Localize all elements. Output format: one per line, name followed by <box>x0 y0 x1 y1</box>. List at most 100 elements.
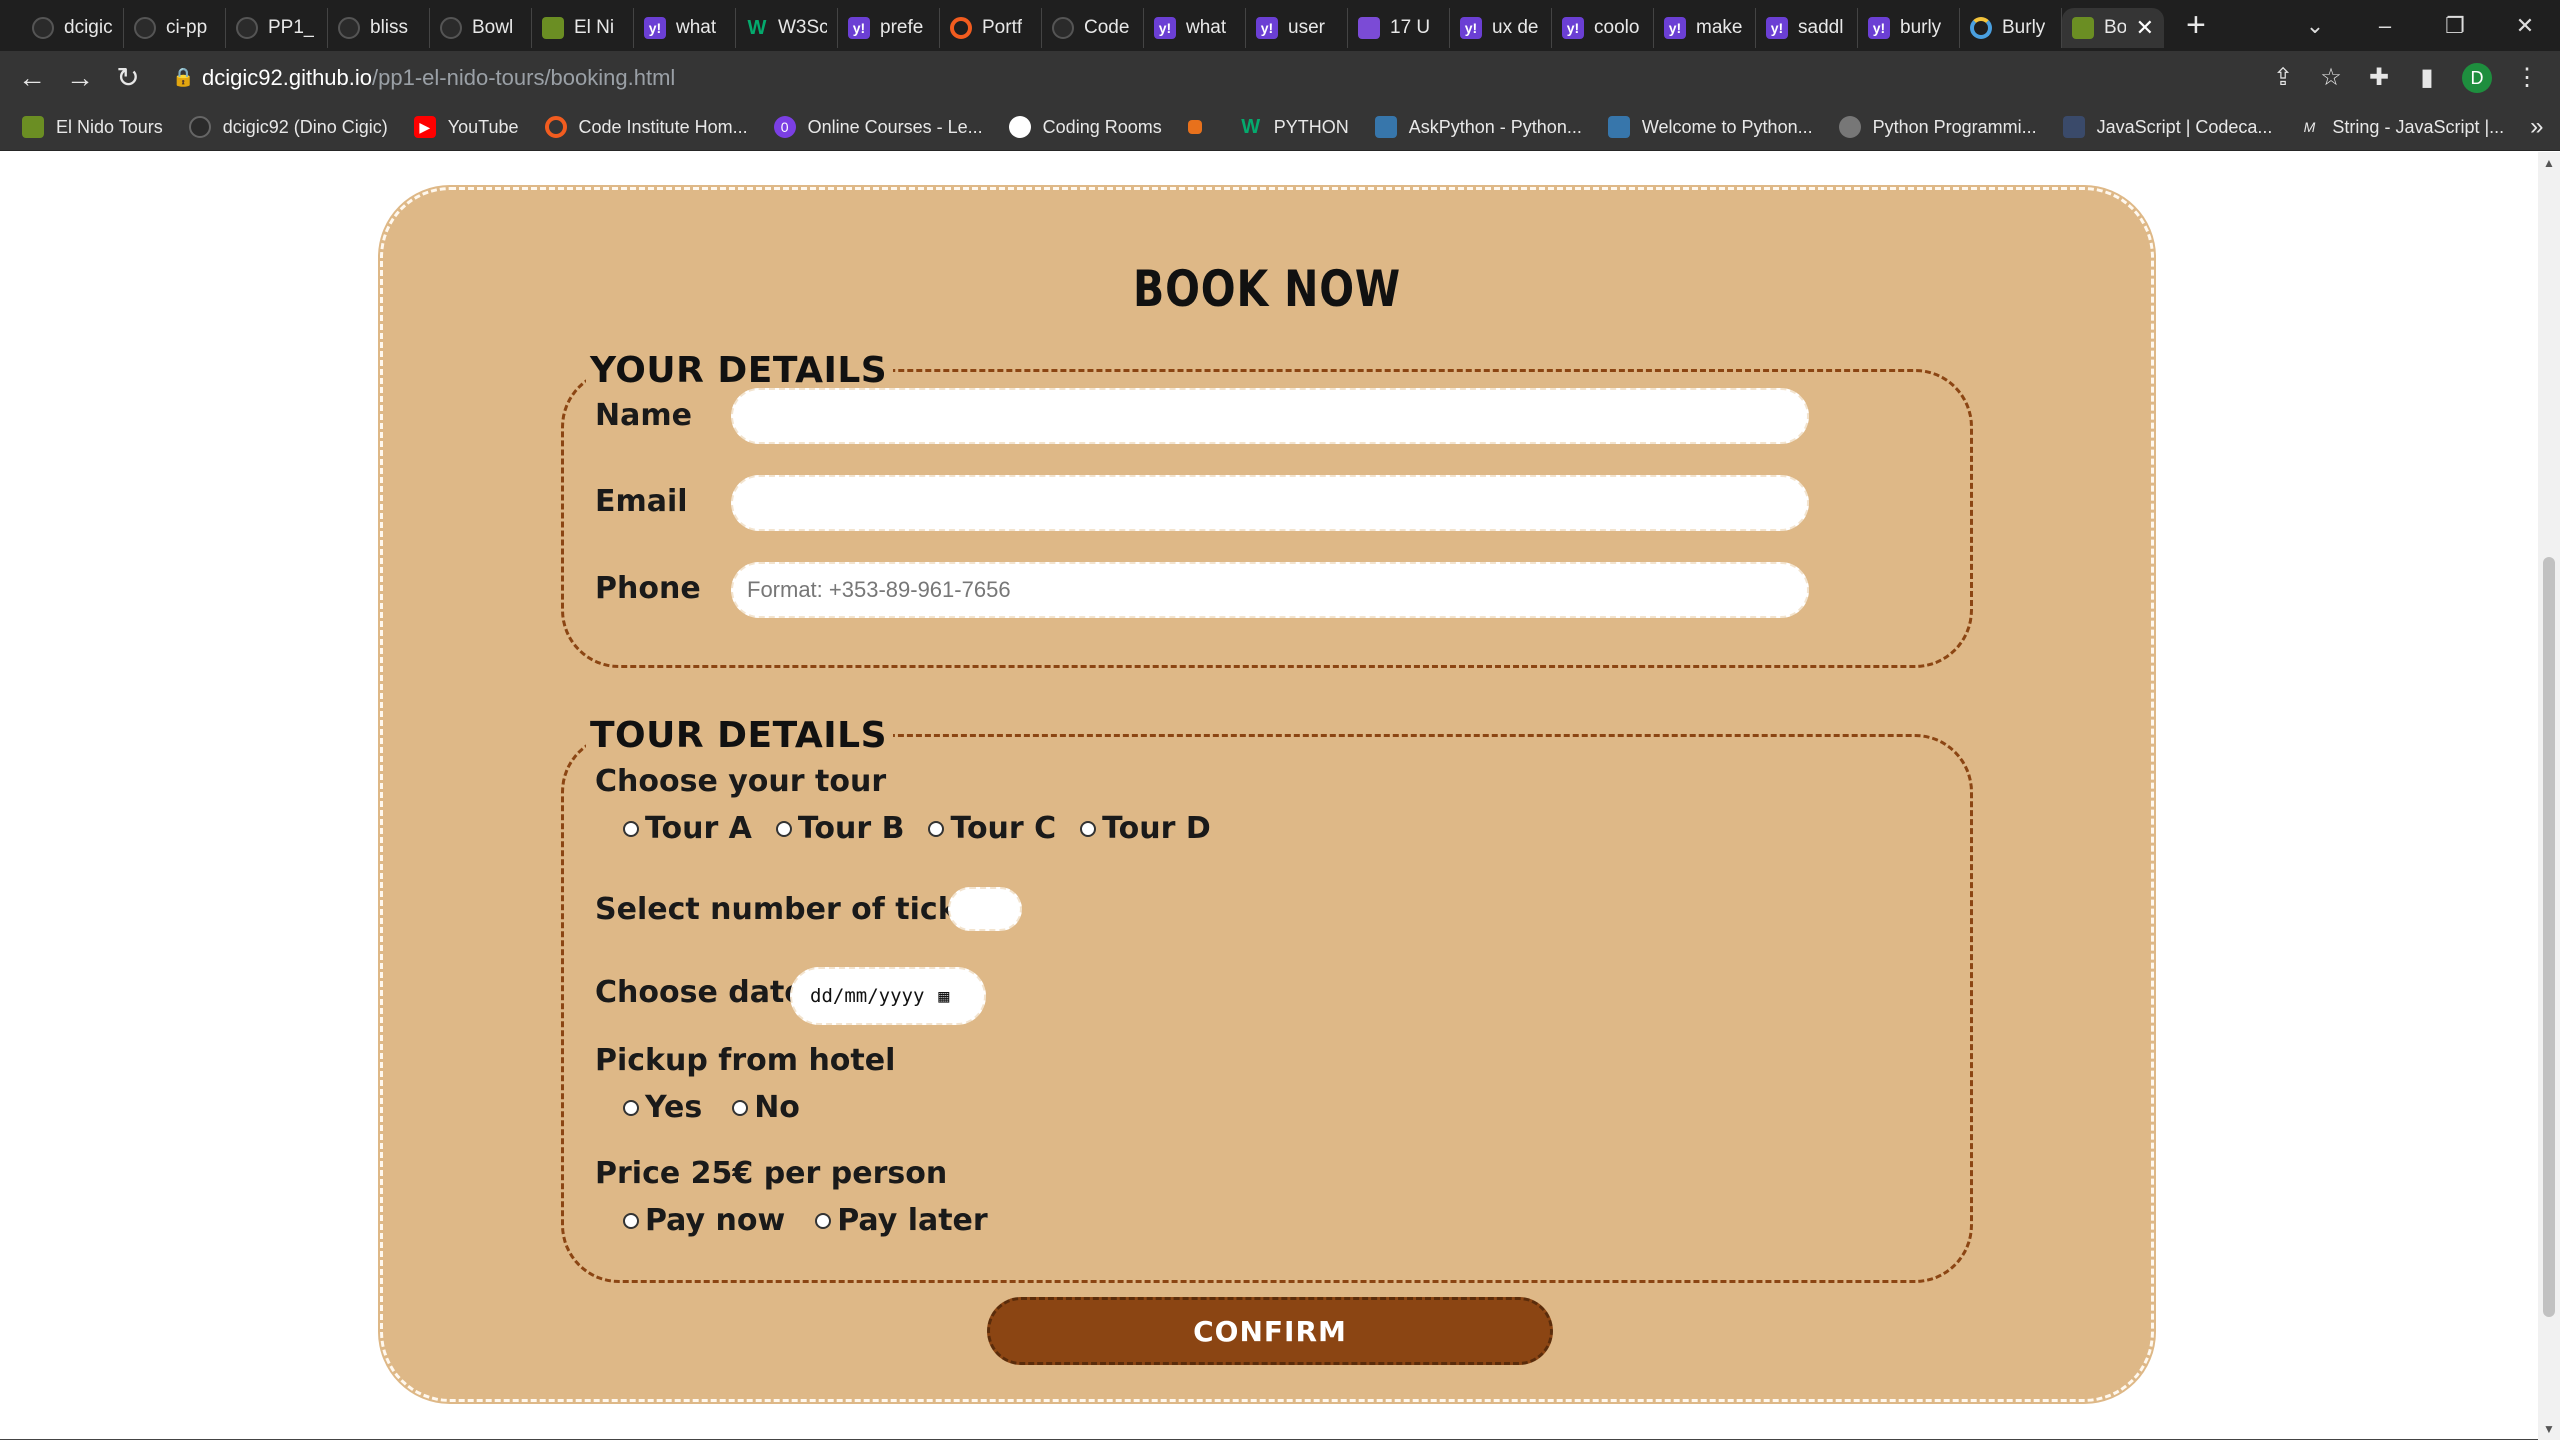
browser-tab[interactable]: y! prefe <box>838 8 940 48</box>
browser-tab[interactable]: y! what <box>1144 8 1246 48</box>
browser-tab[interactable]: y! make <box>1654 8 1756 48</box>
phone-input[interactable] <box>731 562 1809 618</box>
bookmark-item[interactable]: Coding Rooms <box>1008 116 1162 138</box>
radio-button[interactable] <box>775 820 792 837</box>
browser-tab[interactable]: bliss <box>328 8 430 48</box>
name-input[interactable] <box>731 388 1809 444</box>
tour-radio-group: Tour A Tour B Tour C Tour D <box>623 811 1235 846</box>
radio-button[interactable] <box>928 820 945 837</box>
tab-title: ci-pp <box>166 17 208 38</box>
pickup-option[interactable]: No <box>732 1090 800 1125</box>
bookmark-star-icon[interactable]: ☆ <box>2318 63 2344 92</box>
bookmark-item[interactable]: El Nido Tours <box>22 116 163 138</box>
bookmark-item[interactable]: 0 Online Courses - Le... <box>773 116 983 138</box>
radio-button[interactable] <box>623 820 639 837</box>
confirm-button[interactable]: CONFIRM <box>987 1297 1553 1365</box>
bookmark-item[interactable]: ▶ YouTube <box>413 116 519 138</box>
bookmark-item[interactable]: AskPython - Python... <box>1374 116 1582 138</box>
radio-button[interactable] <box>623 1212 639 1229</box>
calendar-icon[interactable]: ▦ <box>938 986 949 1007</box>
browser-tab[interactable]: y! saddl <box>1756 8 1858 48</box>
browser-tab[interactable]: ci-pp <box>124 8 226 48</box>
bookmark-item[interactable]: Welcome to Python... <box>1607 116 1813 138</box>
toolbar-actions: ⇪ ☆ ✚ ▮ D ⋮ <box>2270 62 2560 93</box>
browser-tab[interactable]: dcigic <box>22 8 124 48</box>
browser-tab[interactable]: W W3Sc <box>736 8 838 48</box>
tour-option-label: Tour D <box>1102 811 1211 846</box>
reload-button[interactable]: ↻ <box>104 61 152 94</box>
close-tab-icon[interactable]: ✕ <box>2136 15 2154 41</box>
extensions-icon[interactable]: ✚ <box>2366 63 2392 92</box>
vertical-scrollbar[interactable]: ▲ ▼ <box>2538 152 2560 1440</box>
browser-tab[interactable]: Burly <box>1960 8 2062 48</box>
tab-title: El Ni <box>574 17 615 38</box>
tour-option[interactable]: Tour A <box>623 811 752 846</box>
scrollbar-thumb[interactable] <box>2543 557 2555 1317</box>
pickup-label: Pickup from hotel <box>595 1043 896 1078</box>
bookmark-favicon-icon <box>188 116 211 138</box>
radio-button[interactable] <box>815 1212 832 1229</box>
bookmark-label: dcigic92 (Dino Cigic) <box>222 116 388 137</box>
bookmark-item[interactable]: Code Institute Hom... <box>544 116 748 138</box>
github-icon <box>134 17 156 39</box>
payment-option-label: Pay now <box>645 1203 786 1238</box>
profile-avatar[interactable]: D <box>2462 62 2492 93</box>
payment-option[interactable]: Pay later <box>815 1203 988 1238</box>
bookmark-favicon-icon <box>1607 116 1630 138</box>
your-details-legend: YOUR DETAILS <box>590 350 888 391</box>
yahoo-icon: y! <box>848 17 870 39</box>
browser-tab[interactable]: y! user <box>1246 8 1348 48</box>
tour-option-label: Tour B <box>797 811 905 846</box>
tab-title: Burly <box>2002 17 2046 38</box>
close-window-button[interactable]: ✕ <box>2490 13 2560 39</box>
scroll-down-arrow-icon[interactable]: ▼ <box>2543 1422 2555 1436</box>
browser-tab[interactable]: y! ux de <box>1450 8 1552 48</box>
bookmark-label: Code Institute Hom... <box>578 116 748 137</box>
scroll-up-arrow-icon[interactable]: ▲ <box>2543 156 2555 170</box>
pickup-option[interactable]: Yes <box>623 1090 702 1125</box>
browser-tab[interactable]: y! what <box>634 8 736 48</box>
restore-button[interactable]: ❐ <box>2420 13 2490 39</box>
browser-tab[interactable]: PP1_ <box>226 8 328 48</box>
back-button[interactable]: ← <box>8 62 56 94</box>
menu-kebab-icon[interactable]: ⋮ <box>2514 63 2540 92</box>
share-icon[interactable]: ⇪ <box>2270 63 2296 92</box>
browser-tab[interactable]: y! coolo <box>1552 8 1654 48</box>
radio-button[interactable] <box>623 1099 639 1116</box>
tab-search-icon[interactable]: ⌄ <box>2280 13 2350 39</box>
bookmark-item[interactable]: dcigic92 (Dino Cigic) <box>188 116 388 138</box>
minimize-button[interactable]: – <box>2350 13 2420 39</box>
new-tab-button[interactable]: + <box>2186 0 2206 51</box>
browser-tab[interactable]: Bowl <box>430 8 532 48</box>
tickets-number-input[interactable] <box>948 887 1022 931</box>
date-input[interactable]: dd/mm/yyyy ▦ <box>790 967 986 1025</box>
url-host: dcigic92.github.io <box>202 64 373 90</box>
more-bookmarks-icon[interactable]: » <box>2530 113 2543 141</box>
browser-tab[interactable]: Portf <box>940 8 1042 48</box>
tour-option[interactable]: Tour D <box>1080 811 1211 846</box>
browser-tab[interactable]: Code <box>1042 8 1144 48</box>
tab-title: what <box>1186 17 1227 38</box>
bookmark-favicon-icon <box>1187 120 1202 134</box>
email-input[interactable] <box>731 475 1809 531</box>
bookmark-item[interactable]: JavaScript | Codeca... <box>2062 116 2272 138</box>
radio-button[interactable] <box>732 1099 749 1116</box>
bookmark-item[interactable] <box>1187 120 1214 134</box>
side-panel-icon[interactable]: ▮ <box>2414 63 2440 92</box>
browser-tab[interactable]: 17 U <box>1348 8 1450 48</box>
bookmark-label: Coding Rooms <box>1042 116 1162 137</box>
lock-icon[interactable]: 🔒 <box>172 67 202 88</box>
tour-option[interactable]: Tour B <box>775 811 905 846</box>
address-bar[interactable]: 🔒 dcigic92.github.io/pp1-el-nido-tours/b… <box>172 58 2202 98</box>
radio-button[interactable] <box>1080 820 1097 837</box>
forward-button[interactable]: → <box>56 62 104 94</box>
browser-tab[interactable]: El Ni <box>532 8 634 48</box>
tour-option[interactable]: Tour C <box>928 811 1056 846</box>
payment-option[interactable]: Pay now <box>623 1203 785 1238</box>
bookmark-item[interactable]: Python Programmi... <box>1838 116 2037 138</box>
browser-tab[interactable]: Bo ✕ <box>2062 8 2164 48</box>
bookmark-item[interactable]: W PYTHON <box>1240 116 1348 138</box>
date-placeholder: dd/mm/yyyy <box>810 985 925 1007</box>
browser-tab[interactable]: y! burly <box>1858 8 1960 48</box>
bookmark-item[interactable]: M String - JavaScript |... <box>2298 116 2505 138</box>
